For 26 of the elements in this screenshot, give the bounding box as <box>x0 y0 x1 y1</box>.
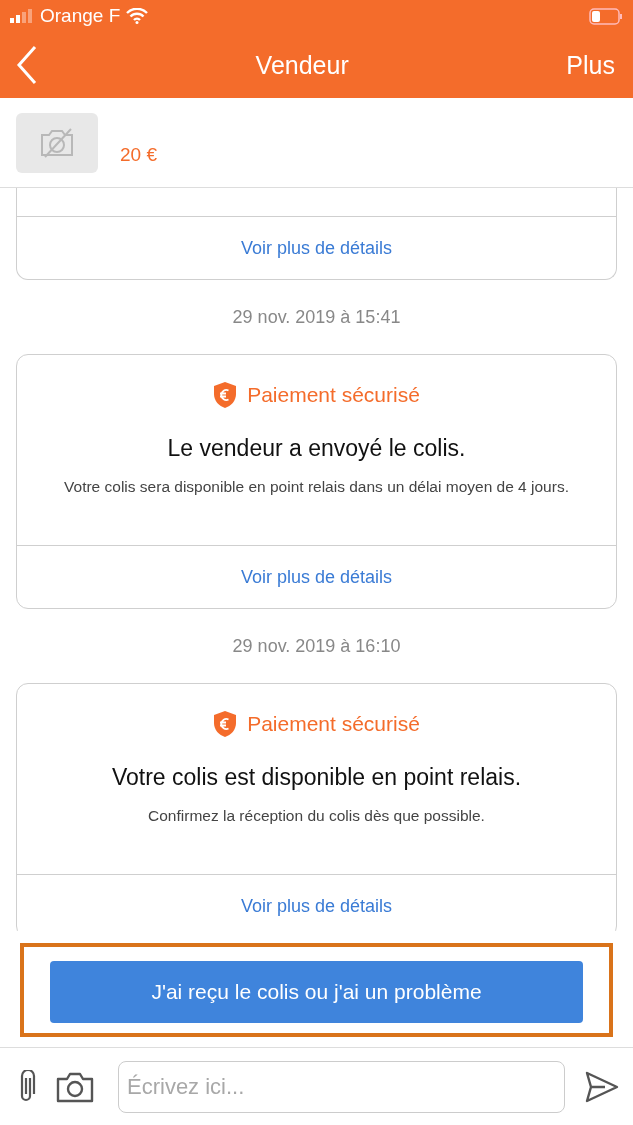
wifi-icon <box>126 8 149 24</box>
more-button[interactable]: Plus <box>566 50 615 80</box>
card-title: Le vendeur a envoyé le colis. <box>167 435 466 462</box>
send-button[interactable] <box>585 1070 619 1103</box>
signal-icon <box>10 9 34 23</box>
card-body: Confirmez la réception du colis dès que possible. <box>148 806 485 826</box>
secure-payment-label: Paiement sécurisé <box>247 712 420 736</box>
details-link[interactable]: Voir plus de détails <box>17 875 616 931</box>
card-title: Votre colis est disponible en point relais. <box>111 764 522 791</box>
screen-title: Vendeur <box>255 50 349 80</box>
received-or-problem-button[interactable]: J'ai reçu le colis ou j'ai un problème <box>50 961 583 1023</box>
shield-euro-icon <box>213 381 238 409</box>
message-timestamp: 29 nov. 2019 à 16:10 <box>232 636 401 657</box>
details-link[interactable]: Voir plus de détails <box>17 217 616 279</box>
details-link[interactable]: Voir plus de détails <box>17 546 616 608</box>
shield-euro-icon <box>213 710 238 738</box>
camera-button[interactable] <box>56 1070 94 1103</box>
no-photo-icon <box>39 126 75 159</box>
carrier-name: Orange F <box>40 5 121 27</box>
battery-icon <box>589 7 623 25</box>
product-price: 20 € <box>120 143 157 166</box>
back-button[interactable] <box>16 45 38 85</box>
card-body: Votre colis sera disponible en point relais dans un délai moyen de 4 jours. <box>64 477 569 497</box>
message-timestamp: 29 nov. 2019 à 15:41 <box>232 307 401 328</box>
secure-payment-label: Paiement sécurisé <box>247 383 420 407</box>
message-field[interactable]: Écrivez ici... <box>118 1060 565 1113</box>
